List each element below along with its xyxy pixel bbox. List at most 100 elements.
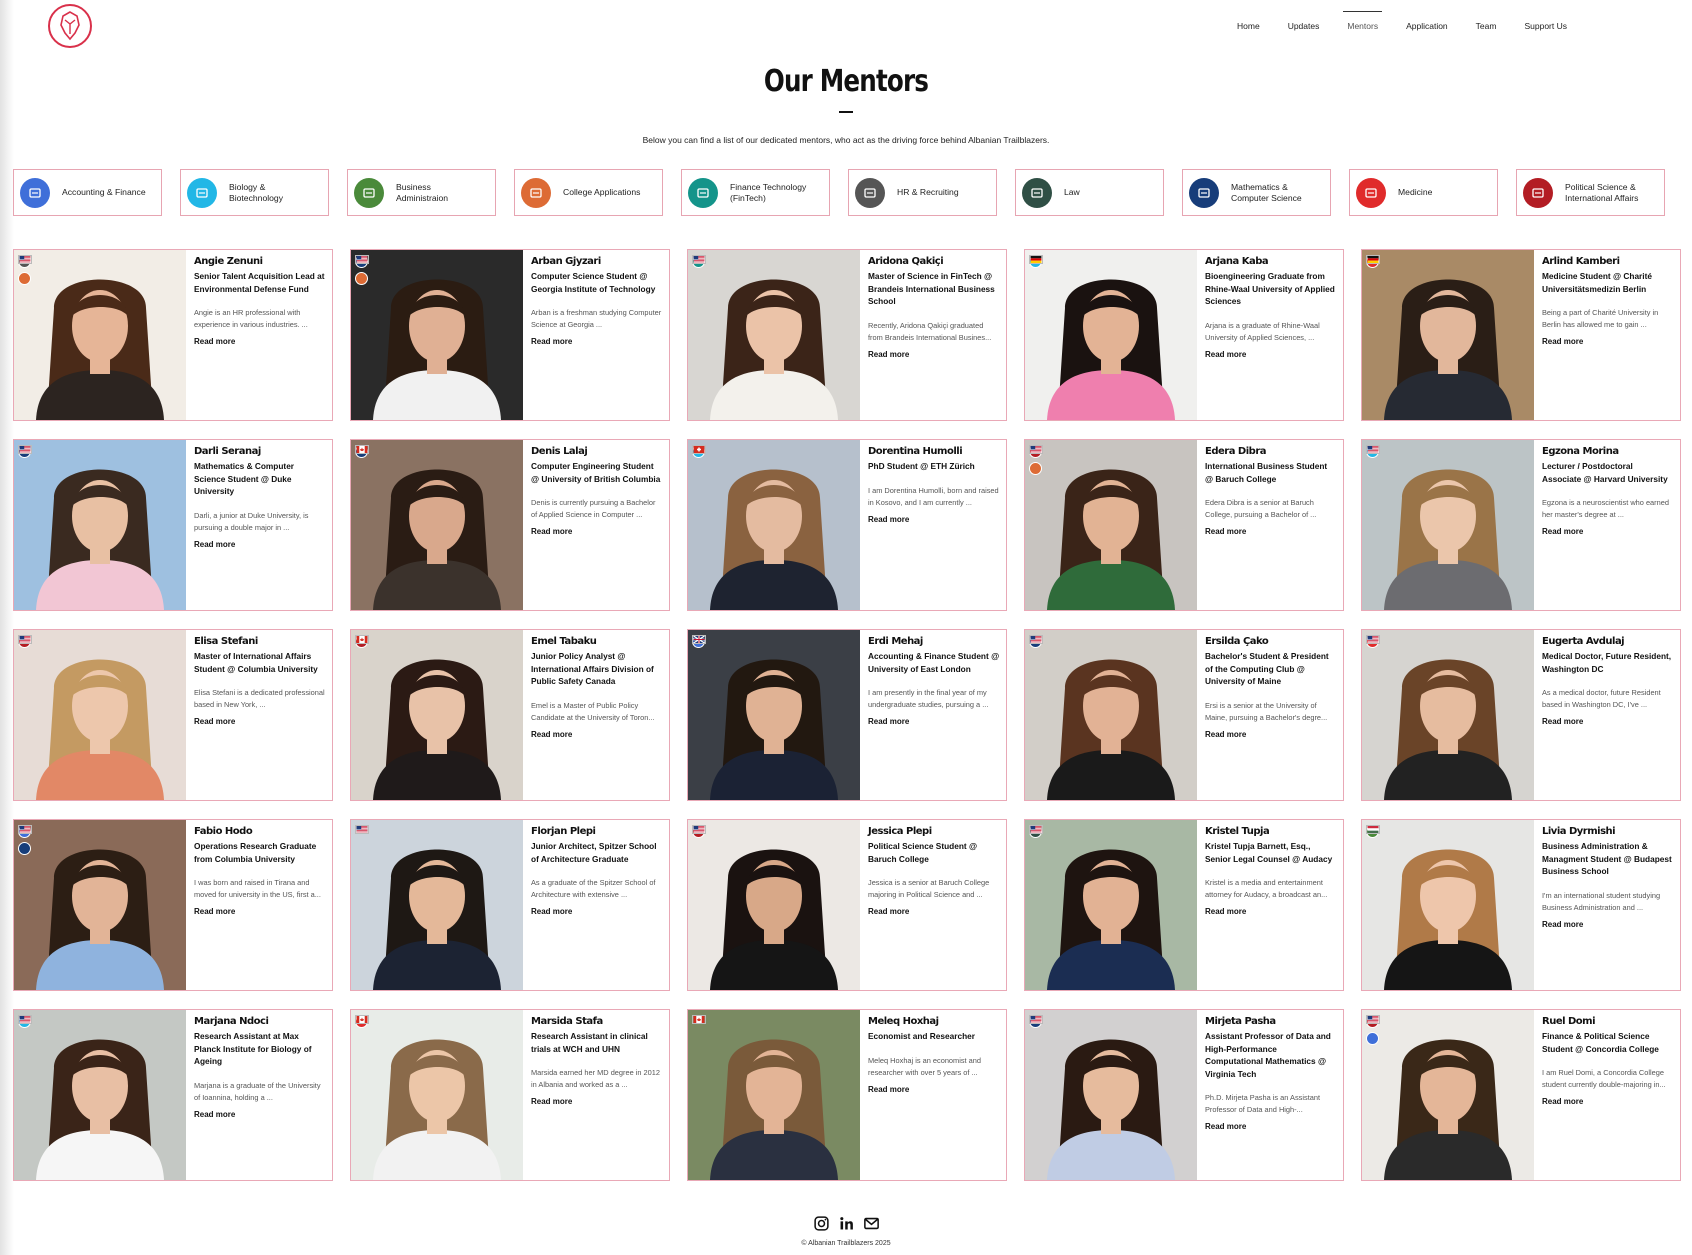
mentor-name: Aridona Qakiçi (868, 256, 944, 267)
mentor-photo[interactable] (688, 630, 860, 800)
nav-application[interactable]: Application (1406, 21, 1448, 31)
mentor-card-darli-seranaj[interactable]: Darli Seranaj Mathematics & Computer Scie… (13, 439, 333, 611)
mentor-photo[interactable] (1362, 1010, 1534, 1180)
mentor-card-aridona-qakici[interactable]: Aridona Qakiçi Master of Science in FinTe… (687, 249, 1007, 421)
mentor-card-marsida-stafa[interactable]: Marsida Stafa Research Assistant in clini… (350, 1009, 670, 1181)
mentor-card-kristel-tupja[interactable]: Kristel Tupja Kristel Tupja Barnett, Esq.… (1024, 819, 1344, 991)
read-more-link[interactable]: Read more (531, 907, 572, 916)
mentor-name: Meleq Hoxhaj (868, 1016, 939, 1027)
mentor-photo[interactable] (351, 820, 523, 990)
read-more-link[interactable]: Read more (194, 1110, 235, 1119)
nav-team[interactable]: Team (1476, 21, 1497, 31)
mentor-card-livia-dyrmishi[interactable]: Livia Dyrmishi Business Administration & … (1361, 819, 1681, 991)
read-more-link[interactable]: Read more (194, 907, 235, 916)
linkedin-icon[interactable] (838, 1215, 855, 1232)
mentor-photo[interactable] (688, 820, 860, 990)
read-more-link[interactable]: Read more (1205, 1122, 1246, 1131)
page-title: Our Mentors (763, 64, 929, 99)
category-law[interactable]: Law (1015, 169, 1164, 216)
category-political-science-international-affairs[interactable]: Political Science & International Affair… (1516, 169, 1665, 216)
mentor-photo[interactable] (1025, 440, 1197, 610)
mentor-card-meleq-hoxhaj[interactable]: Meleq Hoxhaj Economist and Researcher Mele… (687, 1009, 1007, 1181)
nav-mentors[interactable]: Mentors (1343, 11, 1382, 31)
read-more-link[interactable]: Read more (1542, 920, 1583, 929)
mentor-card-florjan-plepi[interactable]: Florjan Plepi Junior Architect, Spitzer S… (350, 819, 670, 991)
mentor-photo[interactable] (1362, 630, 1534, 800)
mentor-photo[interactable] (1025, 630, 1197, 800)
mentor-photo[interactable] (1025, 1010, 1197, 1180)
read-more-link[interactable]: Read more (868, 515, 909, 524)
read-more-link[interactable]: Read more (868, 350, 909, 359)
read-more-link[interactable]: Read more (194, 337, 235, 346)
read-more-link[interactable]: Read more (1205, 350, 1246, 359)
read-more-link[interactable]: Read more (868, 1085, 909, 1094)
mentor-card-edera-dibra[interactable]: Edera Dibra International Business Studen… (1024, 439, 1344, 611)
mentor-photo[interactable] (351, 1010, 523, 1180)
mentor-card-jessica-plepi[interactable]: Jessica Plepi Political Science Student @… (687, 819, 1007, 991)
read-more-link[interactable]: Read more (868, 907, 909, 916)
mentor-photo[interactable] (1362, 820, 1534, 990)
read-more-link[interactable]: Read more (531, 1097, 572, 1106)
read-more-link[interactable]: Read more (1542, 337, 1583, 346)
category-mathematics-computer-science[interactable]: Mathematics & Computer Science (1182, 169, 1331, 216)
read-more-link[interactable]: Read more (1542, 527, 1583, 536)
category-finance-technology-fintech[interactable]: Finance Technology (FinTech) (681, 169, 830, 216)
mentor-photo[interactable] (351, 250, 523, 420)
category-medicine[interactable]: Medicine (1349, 169, 1498, 216)
mentor-photo[interactable] (1025, 250, 1197, 420)
category-accounting-finance[interactable]: Accounting & Finance (13, 169, 162, 216)
category-business-administraion[interactable]: Business Administraion (347, 169, 496, 216)
read-more-link[interactable]: Read more (1542, 1097, 1583, 1106)
nav-support-us[interactable]: Support Us (1524, 21, 1567, 31)
mentor-card-denis-lalaj[interactable]: Denis Lalaj Computer Engineering Student … (350, 439, 670, 611)
mentor-card-emel-tabaku[interactable]: Emel Tabaku Junior Policy Analyst @ Inter… (350, 629, 670, 801)
mentor-card-dorentina-humolli[interactable]: Dorentina Humolli PhD Student @ ETH Züric… (687, 439, 1007, 611)
read-more-link[interactable]: Read more (1542, 717, 1583, 726)
mentor-card-arban-gjyzari[interactable]: Arban Gjyzari Computer Science Student @ … (350, 249, 670, 421)
mentor-card-eugerta-avdulaj[interactable]: Eugerta Avdulaj Medical Doctor, Future Re… (1361, 629, 1681, 801)
mentor-card-egzona-morina[interactable]: Egzona Morina Lecturer / Postdoctoral Ass… (1361, 439, 1681, 611)
mentor-card-fabio-hodo[interactable]: Fabio Hodo Operations Research Graduate f… (13, 819, 333, 991)
mentor-photo[interactable] (14, 250, 186, 420)
read-more-link[interactable]: Read more (1205, 527, 1246, 536)
nav-updates[interactable]: Updates (1288, 21, 1320, 31)
category-college-applications[interactable]: College Applications (514, 169, 663, 216)
mentor-card-erdi-mehaj[interactable]: Erdi Mehaj Accounting & Finance Student @… (687, 629, 1007, 801)
mentor-card-marjana-ndoci[interactable]: Marjana Ndoci Research Assistant at Max P… (13, 1009, 333, 1181)
mail-icon[interactable] (863, 1215, 880, 1232)
mentor-photo[interactable] (688, 1010, 860, 1180)
category-hr-recruiting[interactable]: HR & Recruiting (848, 169, 997, 216)
category-biology-biotechnology[interactable]: Biology & Biotechnology (180, 169, 329, 216)
mentor-card-ruel-domi[interactable]: Ruel Domi Finance & Political Science Stu… (1361, 1009, 1681, 1181)
mentor-photo[interactable] (351, 630, 523, 800)
nav-home[interactable]: Home (1237, 21, 1260, 31)
mentor-photo[interactable] (1362, 250, 1534, 420)
mentor-role: PhD Student @ ETH Zürich (868, 461, 975, 471)
mentor-card-angie-zenuni[interactable]: Angie Zenuni Senior Talent Acquisition Le… (13, 249, 333, 421)
read-more-link[interactable]: Read more (1205, 730, 1246, 739)
read-more-link[interactable]: Read more (531, 527, 572, 536)
mentor-card-ersilda-cako[interactable]: Ersilda Çako Bachelor's Student & Preside… (1024, 629, 1344, 801)
read-more-link[interactable]: Read more (1205, 907, 1246, 916)
mentor-photo[interactable] (14, 1010, 186, 1180)
read-more-link[interactable]: Read more (194, 540, 235, 549)
albanian-trailblazers-logo[interactable] (47, 3, 93, 49)
mentor-photo[interactable] (1025, 820, 1197, 990)
mentor-info: Eugerta Avdulaj Medical Doctor, Future Re… (1534, 630, 1680, 800)
mentor-card-mirjeta-pasha[interactable]: Mirjeta Pasha Assistant Professor of Data… (1024, 1009, 1344, 1181)
instagram-icon[interactable] (813, 1215, 830, 1232)
mentor-card-arlind-kamberi[interactable]: Arlind Kamberi Medicine Student @ Charité… (1361, 249, 1681, 421)
mentor-photo[interactable] (14, 440, 186, 610)
mentor-photo[interactable] (688, 440, 860, 610)
read-more-link[interactable]: Read more (531, 337, 572, 346)
mentor-card-elisa-stefani[interactable]: Elisa Stefani Master of International Aff… (13, 629, 333, 801)
mentor-card-arjana-kaba[interactable]: Arjana Kaba Bioengineering Graduate from … (1024, 249, 1344, 421)
mentor-photo[interactable] (14, 820, 186, 990)
mentor-photo[interactable] (351, 440, 523, 610)
read-more-link[interactable]: Read more (194, 717, 235, 726)
mentor-photo[interactable] (688, 250, 860, 420)
mentor-photo[interactable] (14, 630, 186, 800)
read-more-link[interactable]: Read more (868, 717, 909, 726)
read-more-link[interactable]: Read more (531, 730, 572, 739)
mentor-photo[interactable] (1362, 440, 1534, 610)
